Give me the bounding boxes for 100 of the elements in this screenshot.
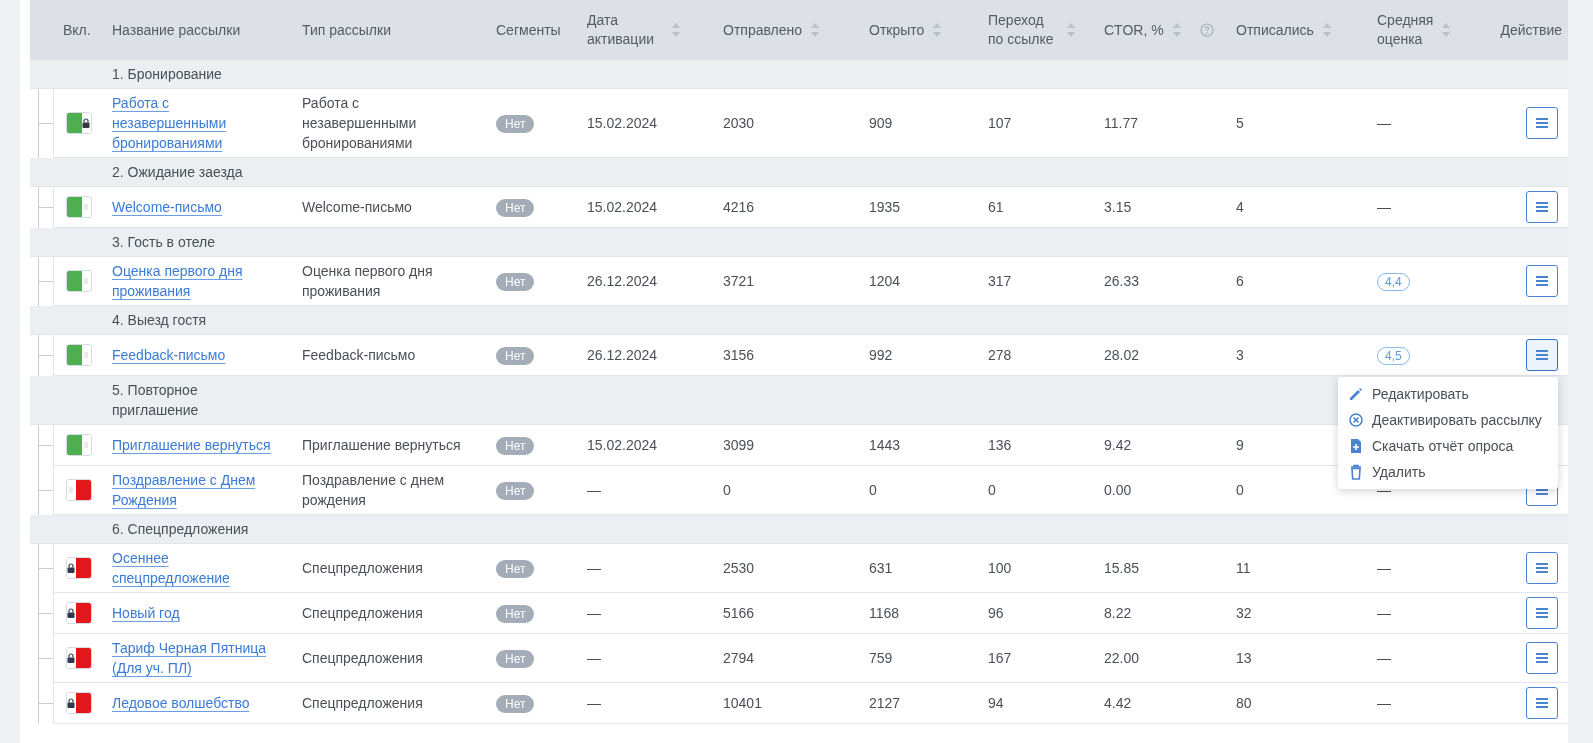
segments-tag: Нет [496,560,535,578]
toggle-switch[interactable] [65,196,92,219]
group-title: 2. Ожидание заезда [112,164,243,180]
table-cell: — [587,650,601,666]
table-cell: 15.02.2024 [587,115,658,131]
lock-icon [67,563,75,574]
toggle-switch[interactable] [65,602,92,625]
menu-item[interactable]: Скачать отчёт опроса [1338,433,1558,459]
table-cell: 26.33 [1104,273,1140,289]
table-cell: Спецпредложения [302,650,423,666]
table-cell: 167 [988,650,1012,666]
table-cell: Приглашение вернуться [302,437,461,453]
toggle-switch[interactable] [65,692,92,715]
menu-item[interactable]: Деактивировать рассылку [1338,407,1558,433]
table-cell: 11.77 [1104,115,1138,131]
column-header: Действие [1500,20,1562,40]
mailing-link[interactable]: Осеннее спецпредложение [112,548,274,588]
column-header: Тип рассылки [302,20,391,40]
toggle-switch[interactable] [65,270,92,293]
menu-button[interactable] [1526,339,1558,371]
lock-icon [67,608,75,619]
menu-button[interactable] [1526,265,1558,297]
mailing-link[interactable]: Ледовое волшебство [112,693,250,713]
mailing-link[interactable]: Welcome-письмо [112,197,222,217]
table-cell: 26.12.2024 [587,273,658,289]
menu-icon [1536,118,1548,128]
table-cell: Спецпредложения [302,695,423,711]
mailing-link[interactable]: Оценка первого дня проживания [112,261,274,301]
segments-tag: Нет [496,695,535,713]
menu-button[interactable] [1526,191,1558,223]
table-cell: 317 [988,273,1012,289]
toggle-switch[interactable] [65,479,92,502]
menu-icon [1536,608,1548,618]
column-header: Открыто [869,20,925,40]
table-cell: 3 [1236,347,1244,363]
segments-tag: Нет [496,482,535,500]
lock-icon [82,118,90,129]
column-header: Переход по ссылке [988,11,1055,49]
table-cell: Работа с незавершенными бронированиями [302,95,417,151]
table-cell: 9.42 [1104,437,1132,453]
mailing-link[interactable]: Работа с незавершенными бронированиями [112,93,274,153]
table-cell: — [1377,482,1391,498]
table-cell: 5166 [723,605,755,621]
table-cell: 22.00 [1104,650,1140,666]
column-header: Отписались [1236,20,1314,40]
table-cell: 278 [988,347,1012,363]
table-cell: 759 [869,650,893,666]
table-cell: 5 [1236,115,1244,131]
table-cell: 4.42 [1104,695,1132,711]
table-cell: 1168 [869,605,900,621]
toggle-switch[interactable] [65,557,92,580]
table-cell: 32 [1236,605,1252,621]
table-cell: 107 [988,115,1012,131]
mailing-link[interactable]: Тариф Черная Пятница (Для уч. ПЛ) [112,638,274,678]
mailing-link[interactable]: Feedback-письмо [112,345,226,365]
table-cell: 13 [1236,650,1252,666]
mailing-link[interactable]: Новый год [112,603,180,623]
table-cell: 2794 [723,650,755,666]
column-header: Сегменты [496,20,561,40]
table-cell: — [1377,115,1391,131]
circle-x-icon [1348,412,1364,428]
mailing-link[interactable]: Приглашение вернуться [112,435,271,455]
table-cell: 136 [988,437,1012,453]
mailing-link[interactable]: Поздравление с Днем Рождения [112,470,274,510]
table-cell: — [587,482,601,498]
file-plus-icon [1348,438,1364,454]
menu-button[interactable] [1526,642,1558,674]
lock-icon [67,698,75,709]
table-cell: 3156 [723,347,755,363]
segments-tag: Нет [496,605,535,623]
table-cell: Спецпредложения [302,605,423,621]
menu-button[interactable] [1526,552,1558,584]
segments-tag: Нет [496,273,535,291]
menu-item[interactable]: Удалить [1338,459,1558,485]
toggle-switch[interactable] [65,112,92,135]
help-icon [1199,23,1214,37]
segments-tag: Нет [496,650,535,668]
group-title: 4. Выезд гостя [112,312,207,328]
table-cell: 15.02.2024 [587,437,658,453]
toggle-switch[interactable] [65,647,92,670]
menu-button[interactable] [1526,597,1558,629]
menu-item[interactable]: Редактировать [1338,381,1558,407]
menu-button[interactable] [1526,107,1558,139]
column-header: Отправлено [723,20,803,40]
trash-icon [1348,464,1364,480]
table-cell: 2030 [723,115,755,131]
menu-icon [1536,202,1548,212]
table-cell: 94 [988,695,1004,711]
segments-tag: Нет [496,437,535,455]
table-cell: — [1377,199,1391,215]
segments-tag: Нет [496,199,535,217]
table-cell: Поздравление с днем рождения [302,472,445,508]
table-cell: Welcome-письмо [302,199,412,215]
column-header: Дата активации [587,11,656,49]
menu-icon [1536,563,1548,573]
toggle-switch[interactable] [65,344,92,367]
toggle-switch[interactable] [65,434,92,457]
menu-button[interactable] [1526,687,1558,719]
table-cell: 10401 [723,695,762,711]
table-cell: Спецпредложения [302,560,423,576]
